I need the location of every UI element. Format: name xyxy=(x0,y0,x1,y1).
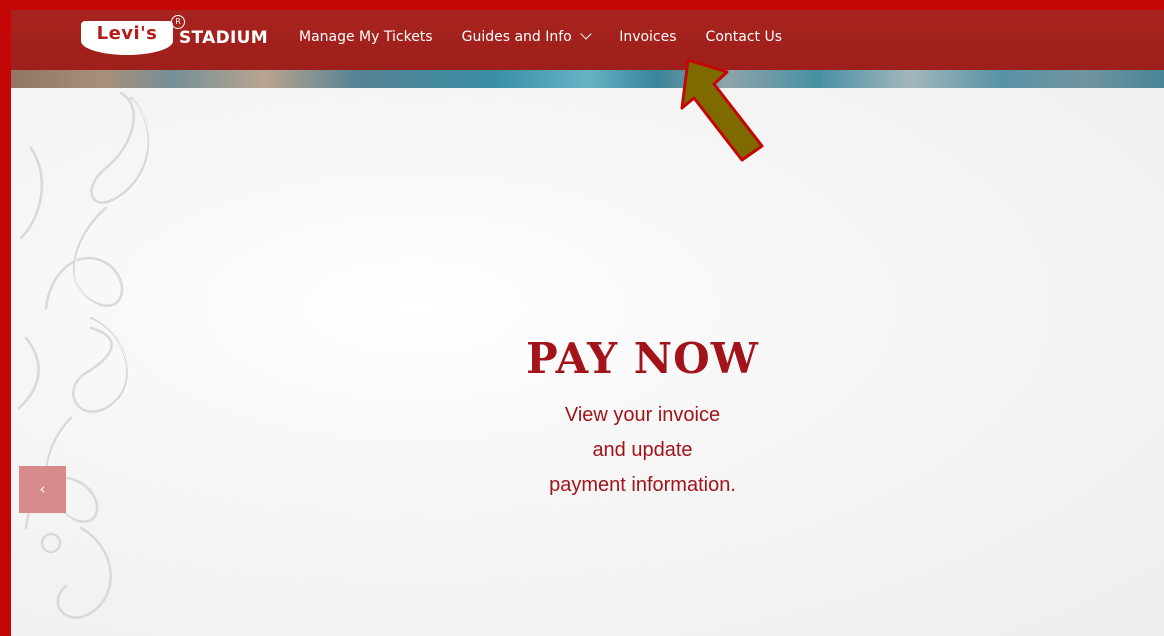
levis-stadium-logo[interactable]: Levi's R STADIUM xyxy=(81,15,268,60)
nav-item-label: Invoices xyxy=(619,29,677,45)
nav-menu: Manage My Tickets Guides and Info Invoic… xyxy=(299,28,811,45)
nav-item-label: Manage My Tickets xyxy=(299,29,433,45)
carousel-prev-button[interactable]: ‹ xyxy=(19,466,66,513)
nav-item-label: Guides and Info xyxy=(461,29,572,45)
logo-text: Levi's xyxy=(96,23,158,44)
nav-item-guides-and-info[interactable]: Guides and Info xyxy=(461,28,592,45)
chevron-down-icon xyxy=(580,28,592,40)
hero-subtitle-line: payment information. xyxy=(549,474,736,496)
nav-item-label: Contact Us xyxy=(705,29,783,45)
nav-item-contact-us[interactable]: Contact Us xyxy=(706,29,782,45)
nav-item-manage-my-tickets[interactable]: Manage My Tickets xyxy=(299,29,433,45)
hero-banner: PAY NOW View your invoice and update pay… xyxy=(11,88,1164,636)
hero-subtitle-line: and update xyxy=(592,439,693,461)
registered-mark: R xyxy=(171,15,185,29)
levis-batwing-logo: Levi's R xyxy=(81,15,185,55)
logo-stadium-text: STADIUM xyxy=(179,28,268,48)
chevron-left-icon: ‹ xyxy=(39,480,46,498)
hero-subtitle-line: View your invoice xyxy=(564,404,721,426)
top-navbar: Levi's R STADIUM Manage My Tickets Guide… xyxy=(11,10,1164,70)
hero-photo-strip xyxy=(11,70,1164,88)
hero-subtitle: View your invoice and update payment inf… xyxy=(11,398,1164,503)
hero-title: PAY NOW xyxy=(526,334,759,383)
page-frame: Levi's R STADIUM Manage My Tickets Guide… xyxy=(0,0,1164,636)
nav-item-invoices[interactable]: Invoices xyxy=(619,29,676,45)
